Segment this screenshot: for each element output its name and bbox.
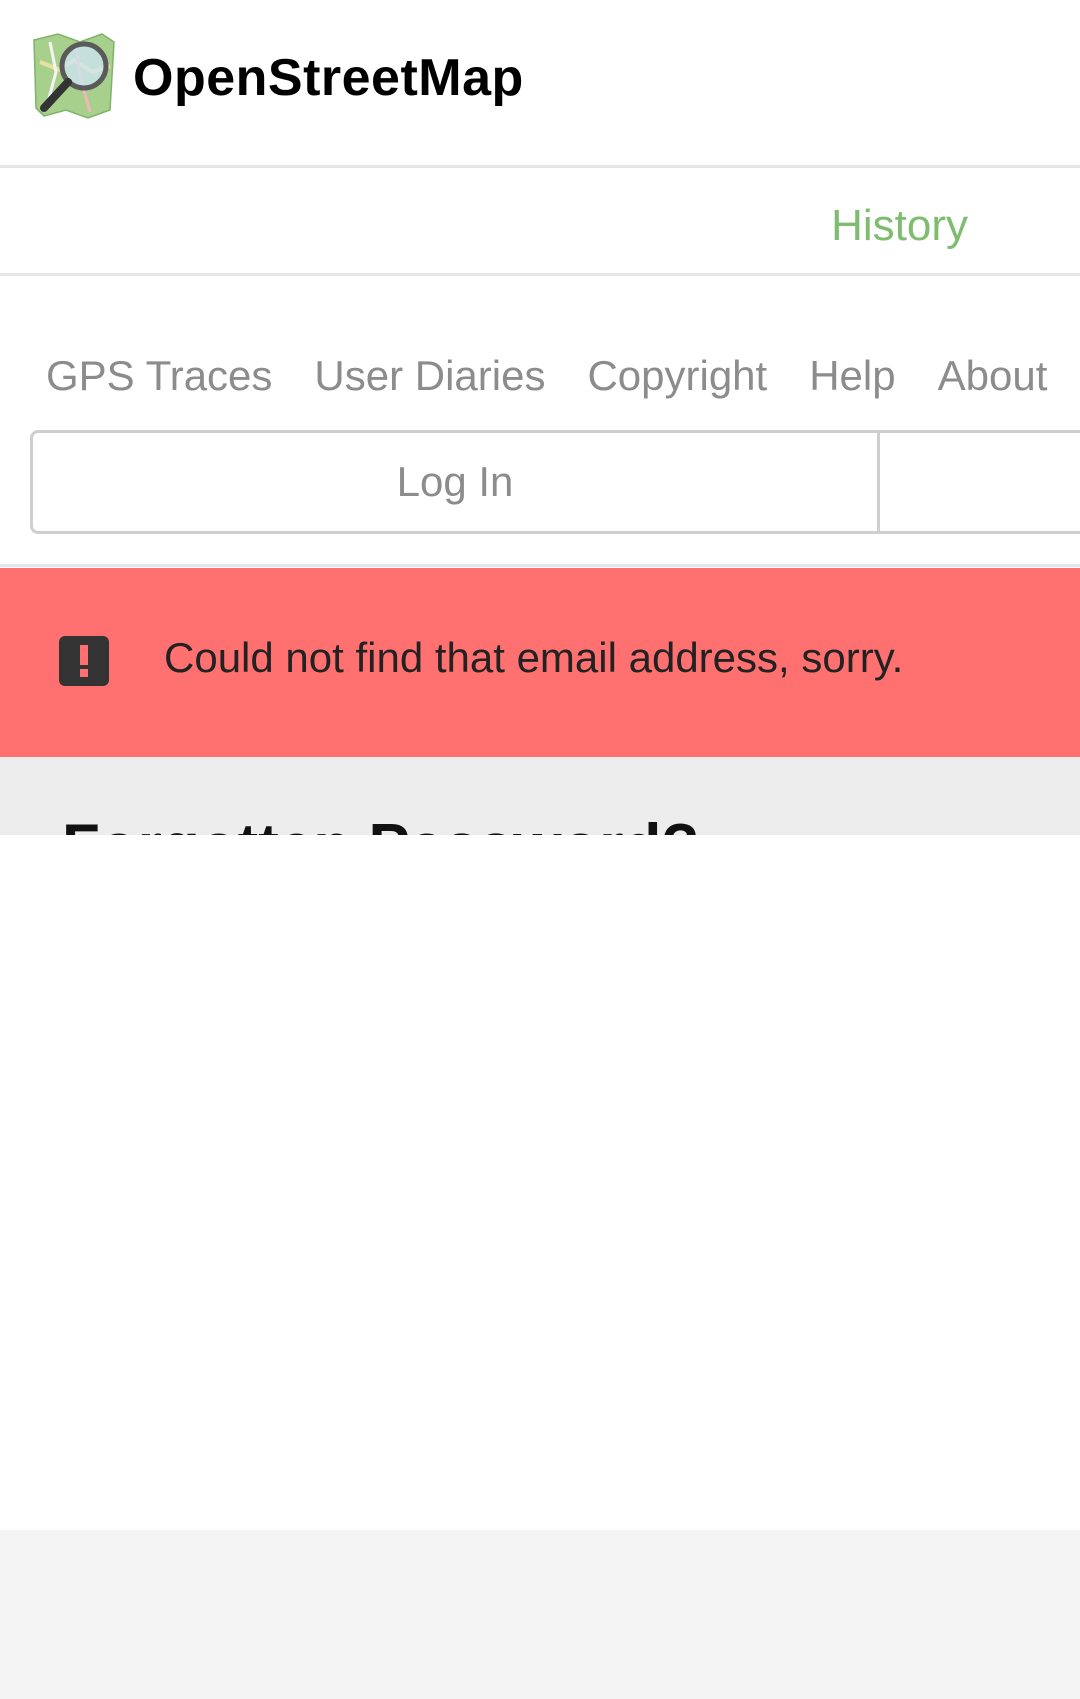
osm-logo-icon[interactable]	[30, 32, 118, 120]
site-header: OpenStreetMap	[0, 0, 1080, 168]
primary-tabbar: History	[0, 182, 1080, 276]
header-divider	[0, 564, 1080, 567]
page-footer	[0, 1530, 1080, 1699]
error-message: Could not find that email address, sorry…	[164, 634, 904, 681]
page: OpenStreetMap History GPS Traces User Di…	[0, 0, 1080, 1699]
nav-item-help[interactable]: Help	[809, 346, 895, 406]
page-heading: Forgotten Password?	[62, 809, 699, 835]
nav-item-user-diaries[interactable]: User Diaries	[314, 346, 545, 406]
login-button[interactable]: Log In	[33, 433, 880, 531]
signup-button[interactable]	[880, 433, 1080, 531]
nav-item-about[interactable]: About	[938, 346, 1048, 406]
exclamation-dot	[80, 669, 88, 677]
nav-item-gps-traces[interactable]: GPS Traces	[46, 346, 272, 406]
content-body	[0, 835, 1080, 1530]
exclamation-bar	[80, 645, 88, 665]
tab-history[interactable]: History	[831, 196, 968, 256]
content-header: Forgotten Password?	[0, 757, 1080, 835]
site-title[interactable]: OpenStreetMap	[133, 46, 524, 110]
nav-item-copyright[interactable]: Copyright	[587, 346, 767, 406]
auth-button-group: Log In	[30, 430, 1080, 534]
exclamation-icon	[59, 636, 109, 686]
secondary-nav: GPS Traces User Diaries Copyright Help A…	[46, 346, 1047, 406]
